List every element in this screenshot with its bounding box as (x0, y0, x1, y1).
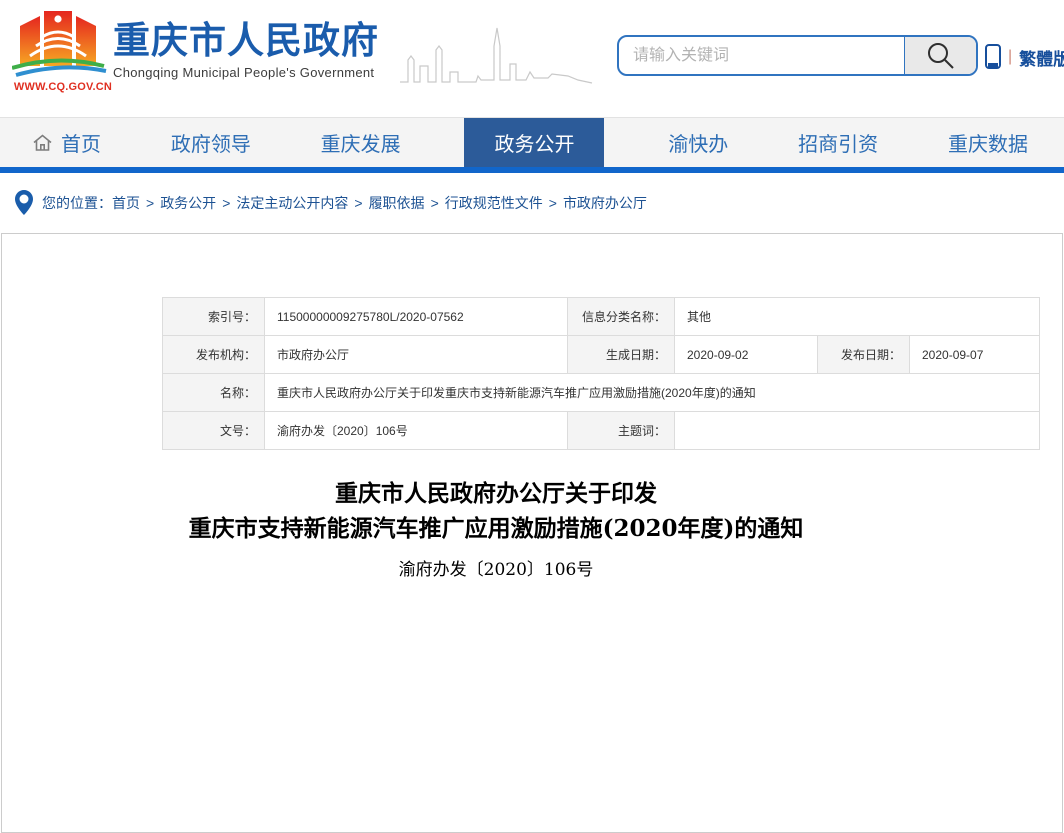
table-row: 发布机构： 市政府办公厅 生成日期： 2020-09-02 发布日期： 2020… (163, 336, 1040, 374)
document-title-line1: 重庆市人民政府办公厅关于印发 (162, 476, 830, 511)
search-box (617, 35, 978, 76)
info-category-label: 信息分类名称： (568, 298, 675, 336)
logo-url-text: WWW.CQ.GOV.CN (12, 81, 114, 93)
doc-info-table: 索引号： 11500000009275780L/2020-07562 信息分类名… (162, 297, 1040, 450)
keywords-value (675, 412, 1040, 450)
nav-item-government-affairs[interactable]: 政务公开 (464, 118, 604, 167)
breadcrumb-link-normative-documents[interactable]: 行政规范性文件 (445, 193, 543, 213)
breadcrumb-link-home[interactable]: 首页 (112, 193, 140, 213)
great-hall-logo-icon (12, 6, 108, 80)
search-button[interactable] (904, 37, 976, 74)
breadcrumb-separator: > (146, 195, 154, 211)
nav-item-label: 招商引资 (798, 128, 878, 157)
keywords-label: 主题词： (568, 412, 675, 450)
publisher-value: 市政府办公厅 (265, 336, 568, 374)
doc-name-value: 重庆市人民政府办公厅关于印发重庆市支持新能源汽车推广应用激励措施(2020年度)… (265, 374, 1040, 412)
nav-item-yukuaiban[interactable]: 渝快办 (662, 118, 734, 167)
nav-item-label: 政府领导 (171, 128, 251, 157)
created-date-value: 2020-09-02 (675, 336, 818, 374)
site-header: WWW.CQ.GOV.CN 重庆市人民政府 Chongqing Municipa… (0, 0, 1064, 117)
nav-item-investment[interactable]: 招商引资 (792, 118, 884, 167)
doc-number-value: 渝府办发〔2020〕106号 (265, 412, 568, 450)
table-row: 文号： 渝府办发〔2020〕106号 主题词： (163, 412, 1040, 450)
home-icon (32, 133, 53, 153)
article-header: 重庆市人民政府办公厅关于印发 重庆市支持新能源汽车推广应用激励措施(2020年度… (162, 476, 830, 580)
breadcrumb-prefix: 您的位置： (42, 193, 112, 213)
table-row: 名称： 重庆市人民政府办公厅关于印发重庆市支持新能源汽车推广应用激励措施(202… (163, 374, 1040, 412)
language-switch: | 繁體版 (985, 44, 1064, 70)
breadcrumb-separator: > (549, 195, 557, 211)
breadcrumb: 您的位置： 首页 > 政务公开 > 法定主动公开内容 > 履职依据 > 行政规范… (0, 173, 1064, 232)
info-category-value: 其他 (675, 298, 1040, 336)
document-title-line2: 重庆市支持新能源汽车推广应用激励措施(2020年度)的通知 (162, 511, 830, 546)
site-subtitle: Chongqing Municipal People's Government (113, 65, 379, 80)
nav-item-label: 首页 (61, 128, 101, 157)
published-date-value: 2020-09-07 (910, 336, 1040, 374)
publisher-label: 发布机构： (163, 336, 265, 374)
breadcrumb-link-duty-basis[interactable]: 履职依据 (369, 193, 425, 213)
nav-item-label: 重庆数据 (948, 128, 1028, 157)
document-number: 渝府办发〔2020〕106号 (162, 555, 830, 580)
traditional-chinese-link[interactable]: 繁體版 (1019, 45, 1064, 70)
doc-number-label: 文号： (163, 412, 265, 450)
created-date-label: 生成日期： (568, 336, 675, 374)
lang-divider: | (1008, 48, 1012, 66)
content-panel: 索引号： 11500000009275780L/2020-07562 信息分类名… (1, 233, 1063, 833)
index-number-label: 索引号： (163, 298, 265, 336)
search-icon (925, 40, 957, 72)
location-pin-icon (15, 190, 33, 215)
nav-item-label: 渝快办 (668, 128, 728, 157)
search-input[interactable] (619, 37, 904, 74)
main-nav: 首页 政府领导 重庆发展 政务公开 渝快办 招商引资 重庆数据 (0, 117, 1064, 167)
breadcrumb-separator: > (222, 195, 230, 211)
nav-item-home[interactable]: 首页 (26, 118, 107, 167)
index-number-value: 11500000009275780L/2020-07562 (265, 298, 568, 336)
nav-item-chongqing-data[interactable]: 重庆数据 (942, 118, 1034, 167)
site-logo[interactable]: WWW.CQ.GOV.CN (12, 6, 114, 93)
breadcrumb-link-statutory-disclosure[interactable]: 法定主动公开内容 (236, 193, 348, 213)
mobile-phone-icon[interactable] (985, 44, 1001, 70)
brand-block: 重庆市人民政府 Chongqing Municipal People's Gov… (113, 20, 379, 80)
nav-item-label: 政务公开 (494, 128, 574, 157)
site-title: 重庆市人民政府 (113, 20, 379, 62)
nav-item-chongqing-development[interactable]: 重庆发展 (315, 118, 407, 167)
doc-name-label: 名称： (163, 374, 265, 412)
breadcrumb-separator: > (431, 195, 439, 211)
table-row: 索引号： 11500000009275780L/2020-07562 信息分类名… (163, 298, 1040, 336)
nav-item-label: 重庆发展 (321, 128, 401, 157)
city-skyline-art (398, 16, 594, 96)
breadcrumb-separator: > (354, 195, 362, 211)
breadcrumb-link-gov-affairs[interactable]: 政务公开 (160, 193, 216, 213)
published-date-label: 发布日期： (818, 336, 910, 374)
document-title: 重庆市人民政府办公厅关于印发 重庆市支持新能源汽车推广应用激励措施(2020年度… (162, 476, 830, 546)
breadcrumb-current-office: 市政府办公厅 (563, 193, 647, 213)
nav-item-government-leaders[interactable]: 政府领导 (165, 118, 257, 167)
